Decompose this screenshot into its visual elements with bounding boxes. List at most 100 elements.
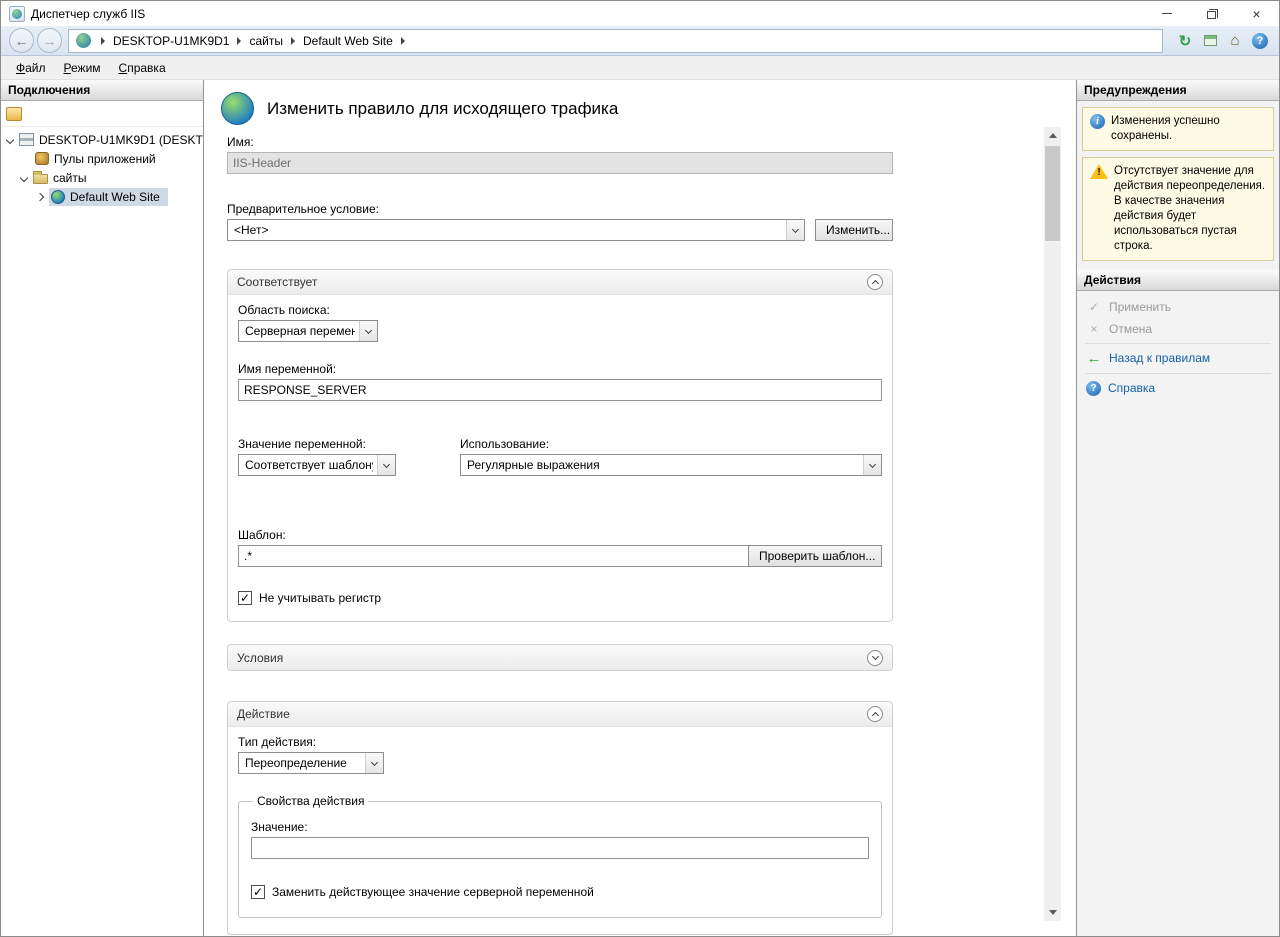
window-title: Диспетчер служб IIS (31, 7, 145, 21)
tree-item-label: Пулы приложений (54, 152, 156, 166)
breadcrumb-item-default-web-site[interactable]: Default Web Site (303, 34, 393, 48)
ignore-case-checkbox[interactable]: ✓ (238, 591, 252, 605)
action-type-value: Переопределение (245, 756, 347, 770)
variable-value-label: Значение переменной: (238, 437, 460, 451)
scroll-up-button[interactable] (1044, 127, 1061, 144)
expand-section-icon[interactable] (867, 650, 883, 666)
cancel-action: × Отмена (1077, 318, 1279, 340)
minimize-button[interactable] (1144, 1, 1189, 26)
match-section-header[interactable]: Соответствует (228, 270, 892, 295)
change-precondition-button[interactable]: Изменить... (815, 219, 893, 241)
menu-help[interactable]: Справка (110, 58, 175, 78)
actions-header: Действия (1077, 270, 1279, 291)
match-section: Соответствует Область поиска: Серверная … (227, 269, 893, 622)
name-label: Имя: (227, 135, 893, 149)
info-alert: i Изменения успешно сохранены. (1082, 107, 1274, 151)
breadcrumb-separator-icon[interactable] (401, 37, 405, 45)
action-type-label: Тип действия: (238, 735, 882, 749)
scope-dropdown[interactable]: Серверная переменн (238, 320, 378, 342)
save-connections-icon[interactable] (6, 107, 22, 121)
precondition-dropdown[interactable]: <Нет> (227, 219, 805, 241)
back-button[interactable]: ← (9, 28, 34, 53)
forward-arrow-icon: → (43, 33, 57, 49)
usage-dropdown[interactable]: Регулярные выражения (460, 454, 882, 476)
restart-button[interactable]: ↻ (1174, 30, 1196, 52)
breadcrumb-item-sites[interactable]: сайты (249, 34, 283, 48)
check-icon: ✓ (240, 592, 250, 604)
close-icon: × (1252, 7, 1260, 21)
action-type-dropdown[interactable]: Переопределение (238, 752, 384, 774)
expanded-chevron-icon[interactable] (6, 135, 14, 143)
breadcrumb-separator-icon[interactable] (101, 37, 105, 45)
home-icon: ⌂ (1230, 32, 1239, 49)
feature-pane: Изменить правило для исходящего трафика … (204, 80, 1077, 936)
help-action[interactable]: ? Справка (1077, 377, 1279, 400)
dropdown-arrow-icon (377, 455, 395, 475)
cancel-icon: × (1086, 322, 1102, 336)
help-icon: ? (1252, 33, 1268, 49)
breadcrumb: DESKTOP-U1MK9D1 сайты Default Web Site (68, 29, 1163, 53)
back-to-rules-label[interactable]: Назад к правилам (1109, 351, 1210, 365)
tree-item-app-pools[interactable]: Пулы приложений (1, 149, 203, 168)
server-icon (19, 133, 34, 146)
browse-site-button[interactable] (1199, 30, 1221, 52)
replace-value-checkbox[interactable]: ✓ (251, 885, 265, 899)
tree-item-default-web-site[interactable]: Default Web Site (1, 187, 203, 206)
dropdown-arrow-icon (786, 220, 804, 240)
alerts-header: Предупреждения (1077, 80, 1279, 101)
replace-value-label[interactable]: Заменить действующее значение серверной … (272, 885, 594, 899)
help-button[interactable]: ? (1249, 30, 1271, 52)
iis-manager-window: Диспетчер служб IIS × ← → DESKTOP-U1MK9D… (0, 0, 1280, 937)
pattern-input[interactable] (238, 545, 749, 567)
ignore-case-label[interactable]: Не учитывать регистр (259, 591, 381, 605)
vertical-scrollbar[interactable] (1044, 127, 1061, 921)
variable-name-input[interactable] (238, 379, 882, 401)
application-pools-icon (35, 152, 49, 165)
scrollbar-track[interactable] (1044, 144, 1061, 904)
tree-item-server[interactable]: DESKTOP-U1MK9D1 (DESKTOI (1, 130, 203, 149)
restart-icon: ↻ (1179, 32, 1192, 50)
action-value-input[interactable] (251, 837, 869, 859)
action-section-title: Действие (237, 707, 290, 721)
precondition-value: <Нет> (234, 223, 268, 237)
dropdown-arrow-icon (863, 455, 881, 475)
collapse-section-icon[interactable] (867, 274, 883, 290)
breadcrumb-separator-icon[interactable] (237, 37, 241, 45)
iis-app-icon (9, 6, 25, 22)
warning-alert-text: Отсутствует значение для действия переоп… (1114, 164, 1266, 254)
info-alert-text: Изменения успешно сохранены. (1111, 114, 1266, 144)
actions-header-label: Действия (1084, 273, 1141, 287)
back-to-rules-icon: ← (1086, 351, 1102, 366)
back-to-rules-action[interactable]: ← Назад к правилам (1077, 347, 1279, 370)
warning-icon: ! (1090, 164, 1108, 179)
home-button[interactable]: ⌂ (1224, 30, 1246, 52)
breadcrumb-separator-icon[interactable] (291, 37, 295, 45)
test-pattern-button[interactable]: Проверить шаблон... (748, 545, 882, 567)
actions-divider (1085, 343, 1271, 344)
page-title: Изменить правило для исходящего трафика (267, 99, 618, 119)
selected-tree-item[interactable]: Default Web Site (49, 188, 168, 206)
menu-file[interactable]: Файл (7, 58, 55, 78)
site-globe-icon (76, 33, 91, 48)
scroll-down-button[interactable] (1044, 904, 1061, 921)
menu-bar: Файл Режим Справка (1, 56, 1279, 80)
scrollbar-thumb[interactable] (1045, 146, 1060, 241)
forward-button[interactable]: → (37, 28, 62, 53)
check-icon: ✓ (253, 886, 263, 898)
collapsed-chevron-icon[interactable] (36, 192, 44, 200)
action-section-header[interactable]: Действие (228, 702, 892, 727)
breadcrumb-item-server[interactable]: DESKTOP-U1MK9D1 (113, 34, 229, 48)
close-button[interactable]: × (1234, 1, 1279, 26)
tree-item-label: сайты (53, 171, 87, 185)
conditions-section-header[interactable]: Условия (228, 645, 892, 670)
tree-item-sites[interactable]: сайты (1, 168, 203, 187)
minimize-icon (1162, 13, 1172, 14)
menu-view[interactable]: Режим (55, 58, 110, 78)
scroll-down-icon (1049, 910, 1057, 915)
expanded-chevron-icon[interactable] (20, 173, 28, 181)
help-action-label[interactable]: Справка (1108, 381, 1155, 395)
collapse-section-icon[interactable] (867, 706, 883, 722)
restore-button[interactable] (1189, 1, 1234, 26)
variable-name-label: Имя переменной: (238, 362, 882, 376)
variable-value-dropdown[interactable]: Соответствует шаблону (238, 454, 396, 476)
